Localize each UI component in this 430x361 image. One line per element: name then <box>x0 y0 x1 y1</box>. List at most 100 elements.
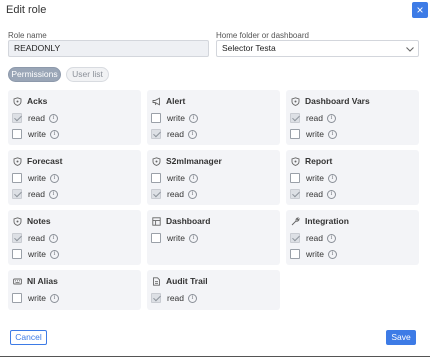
permission-label: write <box>167 173 185 183</box>
permission-row-read: read i <box>151 293 198 303</box>
cancel-button[interactable]: Cancel <box>10 330 47 345</box>
card-title-text: Nl Alias <box>27 276 58 286</box>
permission-row-read: read i <box>12 189 59 199</box>
permission-label: write <box>28 129 46 139</box>
card-title-text: Dashboard <box>166 216 211 226</box>
write-checkbox[interactable] <box>12 129 22 139</box>
write-checkbox[interactable] <box>12 249 22 259</box>
info-icon[interactable]: i <box>188 129 198 139</box>
read-checkbox[interactable] <box>12 189 22 199</box>
info-icon[interactable]: i <box>188 233 198 243</box>
info-icon[interactable]: i <box>49 233 59 243</box>
info-icon[interactable]: i <box>49 293 59 303</box>
info-icon[interactable]: i <box>188 189 198 199</box>
card-title: S2mlmanager <box>152 156 222 166</box>
card-title-text: Dashboard Vars <box>305 96 370 106</box>
card-title: Integration <box>291 216 349 226</box>
permission-row-read: read i <box>290 189 337 199</box>
keyboard-icon <box>13 278 22 284</box>
write-checkbox[interactable] <box>290 129 300 139</box>
info-icon[interactable]: i <box>327 113 337 123</box>
permission-label: read <box>306 189 324 199</box>
info-icon[interactable]: i <box>49 249 59 259</box>
card-title-text: Alert <box>166 96 186 106</box>
read-checkbox[interactable] <box>290 189 300 199</box>
read-checkbox[interactable] <box>151 293 161 303</box>
permission-label: write <box>28 249 46 259</box>
card-title: Nl Alias <box>13 276 58 286</box>
read-checkbox[interactable] <box>290 233 300 243</box>
save-button[interactable]: Save <box>386 330 416 345</box>
permission-label: read <box>306 233 324 243</box>
permission-row-write: write i <box>290 249 337 259</box>
permission-card-integration: Integration read i write i <box>286 210 419 265</box>
card-title-text: Report <box>305 156 333 166</box>
role-name-label: Role name <box>8 31 47 40</box>
permission-row-write: write i <box>151 173 198 183</box>
permission-row-write: write i <box>12 293 59 303</box>
permission-card-alert: Alert write i read i <box>147 90 280 145</box>
card-title: Notes <box>13 216 51 226</box>
read-checkbox[interactable] <box>151 189 161 199</box>
wrench-icon <box>291 216 300 225</box>
info-icon[interactable]: i <box>188 113 198 123</box>
shield-icon <box>13 216 22 226</box>
info-icon[interactable]: i <box>327 249 337 259</box>
read-checkbox[interactable] <box>151 129 161 139</box>
card-title-text: Audit Trail <box>166 276 208 286</box>
permission-label: write <box>306 249 324 259</box>
permission-card-report: Report write i read i <box>286 150 419 205</box>
permission-row-read: read i <box>12 233 59 243</box>
bottom-divider <box>0 356 430 357</box>
permission-card-dashboard-vars: Dashboard Vars read i write i <box>286 90 419 145</box>
write-checkbox[interactable] <box>12 293 22 303</box>
card-title: Alert <box>152 96 185 106</box>
permission-card-s2mlmanager: S2mlmanager write i read i <box>147 150 280 205</box>
home-folder-select[interactable]: Selector Testa <box>216 40 419 57</box>
tab-user-list[interactable]: User list <box>66 67 109 82</box>
write-checkbox[interactable] <box>290 173 300 183</box>
info-icon[interactable]: i <box>49 129 59 139</box>
info-icon[interactable]: i <box>327 173 337 183</box>
permission-label: write <box>167 233 185 243</box>
read-checkbox[interactable] <box>12 233 22 243</box>
read-checkbox[interactable] <box>12 113 22 123</box>
write-checkbox[interactable] <box>12 173 22 183</box>
read-checkbox[interactable] <box>290 113 300 123</box>
info-icon[interactable]: i <box>188 293 198 303</box>
permission-row-read: read i <box>290 233 337 243</box>
card-title: Dashboard <box>152 216 210 226</box>
info-icon[interactable]: i <box>49 173 59 183</box>
shield-icon <box>152 156 161 166</box>
card-title-text: Notes <box>27 216 51 226</box>
shield-icon <box>13 156 22 166</box>
info-icon[interactable]: i <box>49 113 59 123</box>
permission-row-write: write i <box>12 173 59 183</box>
info-icon[interactable]: i <box>327 233 337 243</box>
document-icon <box>153 276 160 286</box>
role-name-input[interactable]: READONLY <box>8 40 209 57</box>
permission-row-read: read i <box>12 113 59 123</box>
permission-row-read: read i <box>151 129 198 139</box>
write-checkbox[interactable] <box>151 113 161 123</box>
permission-label: read <box>167 129 185 139</box>
info-icon[interactable]: i <box>327 129 337 139</box>
info-icon[interactable]: i <box>49 189 59 199</box>
write-checkbox[interactable] <box>290 249 300 259</box>
write-checkbox[interactable] <box>151 173 161 183</box>
permission-label: read <box>167 189 185 199</box>
info-icon[interactable]: i <box>188 173 198 183</box>
permission-row-read: read i <box>290 113 337 123</box>
permission-label: read <box>28 113 46 123</box>
close-button[interactable]: × <box>412 2 428 18</box>
card-title-text: Forecast <box>27 156 63 166</box>
permission-row-write: write i <box>151 113 198 123</box>
info-icon[interactable]: i <box>327 189 337 199</box>
tab-permissions[interactable]: Permissions <box>8 67 61 82</box>
permission-label: read <box>306 113 324 123</box>
shield-icon <box>13 96 22 106</box>
write-checkbox[interactable] <box>151 233 161 243</box>
permission-card-audit-trail: Audit Trail read i <box>147 270 280 310</box>
permission-label: write <box>28 293 46 303</box>
megaphone-icon <box>152 96 160 106</box>
